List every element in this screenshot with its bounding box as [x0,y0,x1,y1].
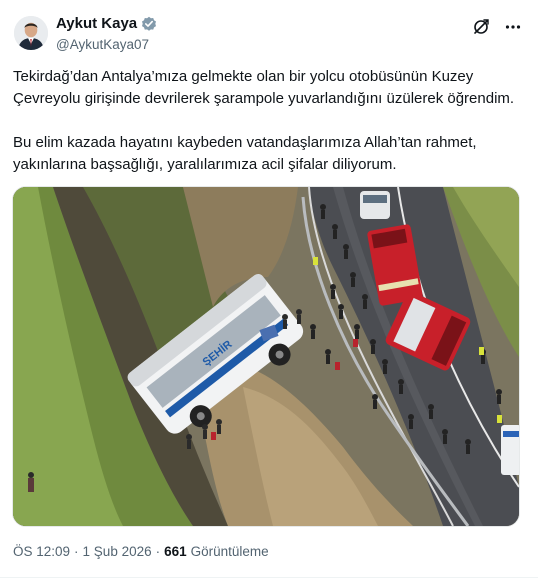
tweet-card: Aykut Kaya @AykutKaya07 Tekirdağ’dan Ant… [0,0,538,578]
header-actions [470,16,524,38]
avatar-image [14,16,48,50]
tweet-photo[interactable]: ŞEHİR [12,186,520,527]
meta-separator: · [74,544,79,559]
views-count: 661 [164,544,187,559]
tweet-date[interactable]: 1 Şub 2026 [83,544,152,559]
tweet-header: Aykut Kaya @AykutKaya07 [12,12,526,58]
tweet-paragraph-1: Tekirdağ’dan Antalya’mıza gelmekte olan … [13,68,515,107]
accident-scene-image: ŞEHİR [13,187,519,526]
avatar[interactable] [14,16,48,50]
tweet-time[interactable]: ÖS 12:09 [13,544,70,559]
more-icon[interactable] [502,16,524,38]
meta-separator-2: · [155,544,161,559]
author-name-row: Aykut Kaya [56,15,157,32]
author-handle[interactable]: @AykutKaya07 [56,37,149,52]
author-name[interactable]: Aykut Kaya [56,15,137,32]
grok-icon[interactable] [470,16,492,38]
tweet-meta: ÖS 12:09 · 1 Şub 2026 · 661 Görüntüleme [13,544,269,559]
tweet-text: Tekirdağ’dan Antalya’mıza gelmekte olan … [13,66,525,176]
verified-badge-icon [141,16,157,32]
tweet-paragraph-2: Bu elim kazada hayatını kaybeden vatanda… [13,134,477,173]
views-label: Görüntüleme [190,544,269,559]
